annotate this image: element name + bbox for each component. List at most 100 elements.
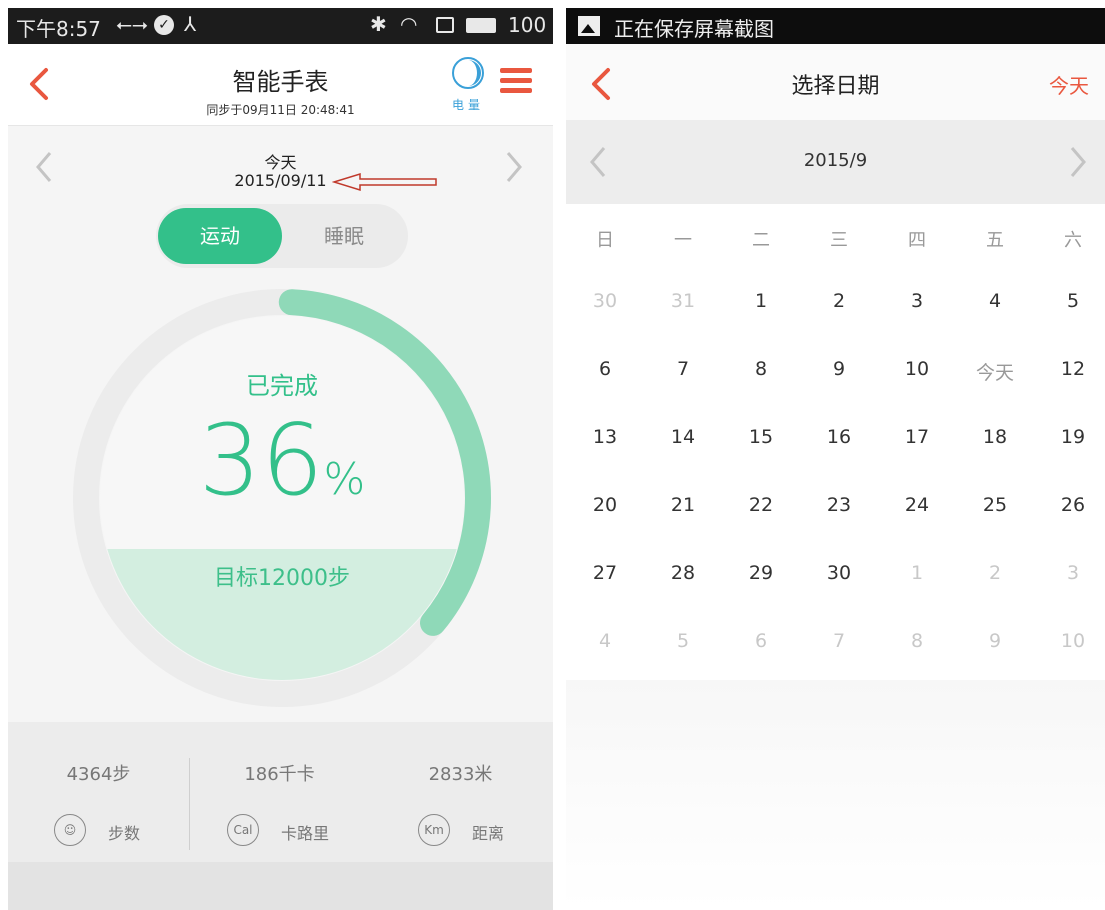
weekday-header: 三 <box>830 230 848 251</box>
steps-value: 4364步 <box>66 764 131 785</box>
screenshot-notification: 正在保存屏幕截图 <box>614 17 774 41</box>
calendar-day: 2 <box>988 562 1002 584</box>
calendar-day[interactable]: 26 <box>1034 494 1105 516</box>
calendar-day[interactable]: 15 <box>722 426 800 448</box>
calendar-day[interactable]: 8 <box>722 358 800 380</box>
tab-exercise[interactable]: 运动 <box>158 208 282 264</box>
mode-toggle: 运动 睡眠 <box>156 204 408 268</box>
calendar-day[interactable]: 21 <box>644 494 722 516</box>
calendar-grid: 日一二三四五六 30 31 1 2 3 4 5 6 7 8 9 10 今天 12 13 14 15 16 17 18 19… <box>566 204 1105 680</box>
calories-value: 186千卡 <box>244 764 315 785</box>
weekday-header: 二 <box>752 230 770 251</box>
calendar-day-today[interactable]: 今天 <box>956 358 1034 385</box>
percent-sign: % <box>323 454 366 505</box>
bluetooth-icon: ✱ <box>370 12 387 36</box>
calendar-day[interactable]: 7 <box>644 358 722 380</box>
calendar-week-row: 4 5 6 7 8 9 10 <box>566 612 1105 680</box>
calendar-day[interactable]: 4 <box>956 290 1034 312</box>
completed-label: 已完成 <box>246 372 318 400</box>
calendar-day[interactable]: 28 <box>644 562 722 584</box>
picker-header: 选择日期 今天 <box>566 44 1105 120</box>
calendar-week-row: 6 7 8 9 10 今天 12 <box>566 340 1105 408</box>
calendar-day[interactable]: 17 <box>878 426 956 448</box>
tab-sleep[interactable]: 睡眠 <box>282 208 406 264</box>
image-icon <box>578 16 600 36</box>
calendar-day[interactable]: 14 <box>644 426 722 448</box>
wifi-icon: ◠ <box>400 12 418 36</box>
calendar-day[interactable]: 18 <box>956 426 1034 448</box>
weekday-row: 日一二三四五六 <box>566 204 1105 272</box>
calendar-footer <box>566 680 1105 910</box>
calendar-day[interactable]: 29 <box>722 562 800 584</box>
completion-percent: 36% <box>70 406 494 535</box>
calendar-day: 4 <box>598 630 612 652</box>
date-picker-screen: 正在保存屏幕截图 选择日期 今天 2015/9 日一二三四五六 30 31 1 2 3 4 5… <box>566 8 1105 910</box>
annotation-arrow-icon <box>332 172 437 192</box>
calories-label: 卡路里 <box>281 824 330 843</box>
calendar-day: 3 <box>1066 562 1080 584</box>
page-title: 选择日期 <box>791 74 880 99</box>
calendar-day[interactable]: 9 <box>800 358 878 380</box>
distance-stat: 2833米 Km 距离 <box>370 722 551 862</box>
weekday-header: 四 <box>908 230 926 251</box>
calendar-day: 6 <box>754 630 768 652</box>
calendar-day[interactable]: 23 <box>800 494 878 516</box>
calendar-day: 1 <box>910 562 924 584</box>
share-icon: ⅄ <box>184 12 197 36</box>
step-goal: 目标12000步 <box>214 566 350 591</box>
current-date[interactable]: 2015/09/11 <box>8 171 553 190</box>
calendar-week-row: 30 31 1 2 3 4 5 <box>566 272 1105 340</box>
calendar-day[interactable]: 10 <box>878 358 956 380</box>
calendar-day[interactable]: 20 <box>566 494 644 516</box>
calendar-day[interactable]: 6 <box>566 358 644 380</box>
calendar-day[interactable]: 5 <box>1034 290 1105 312</box>
usb-icon: ⭠⭢ <box>116 12 148 36</box>
km-icon: Km <box>418 814 450 846</box>
steps-label: 步数 <box>108 824 141 843</box>
calendar-day: 9 <box>988 630 1002 652</box>
calendar-day[interactable]: 3 <box>878 290 956 312</box>
calendar-day[interactable]: 2 <box>800 290 878 312</box>
calendar-day[interactable]: 19 <box>1034 426 1105 448</box>
calendar-week-row: 27 28 29 30 1 2 3 <box>566 544 1105 612</box>
calendar-day[interactable]: 1 <box>722 290 800 312</box>
today-button[interactable]: 今天 <box>1049 70 1089 99</box>
calendar-day[interactable]: 24 <box>878 494 956 516</box>
stats-panel: 4364步 ☺ 步数 186千卡 Cal 卡路里 2833米 Km 距离 <box>8 722 553 910</box>
current-month: 2015/9 <box>803 150 868 171</box>
calendar-day[interactable]: 12 <box>1034 358 1105 380</box>
month-navigator: 2015/9 <box>566 120 1105 204</box>
next-month-icon[interactable] <box>1068 144 1088 180</box>
weekday-header: 五 <box>986 230 1004 251</box>
date-navigator: 今天 2015/09/11 <box>8 127 553 207</box>
calendar-day[interactable]: 27 <box>566 562 644 584</box>
watch-battery-icon[interactable] <box>451 56 485 90</box>
app-header: 智能手表 同步于09月11日 20:48:41 电量 <box>8 44 553 126</box>
smartwatch-screen: 下午8:57 ⭠⭢ ✓ ⅄ ✱ ◠ 100 智能手表 同步于09月11日 20:… <box>8 8 553 910</box>
status-bar: 正在保存屏幕截图 <box>566 8 1105 44</box>
percent-value: 36 <box>198 404 324 518</box>
calendar-day[interactable]: 30 <box>800 562 878 584</box>
calendar-day: 5 <box>676 630 690 652</box>
distance-label: 距离 <box>472 824 505 843</box>
day-label: 今天 <box>264 153 297 172</box>
calendar-week-row: 20 21 22 23 24 25 26 <box>566 476 1105 544</box>
calendar-day: 31 <box>670 290 696 312</box>
calendar-day[interactable]: 22 <box>722 494 800 516</box>
next-day-icon[interactable] <box>504 149 524 185</box>
calendar-day[interactable]: 13 <box>566 426 644 448</box>
status-time: 下午8:57 <box>16 17 101 41</box>
calendar-day: 7 <box>832 630 846 652</box>
footprint-icon: ☺ <box>54 814 86 846</box>
calendar-day: 8 <box>910 630 924 652</box>
calendar-day[interactable]: 16 <box>800 426 878 448</box>
stats-footer <box>8 862 553 910</box>
status-bar: 下午8:57 ⭠⭢ ✓ ⅄ ✱ ◠ 100 <box>8 8 553 44</box>
weekday-header: 一 <box>674 230 692 251</box>
menu-icon[interactable] <box>500 68 532 94</box>
calendar-day: 30 <box>592 290 618 312</box>
calendar-day: 10 <box>1060 630 1086 652</box>
weekday-header: 日 <box>596 230 614 251</box>
calendar-day[interactable]: 25 <box>956 494 1034 516</box>
battery-label: 电量 <box>452 98 485 112</box>
